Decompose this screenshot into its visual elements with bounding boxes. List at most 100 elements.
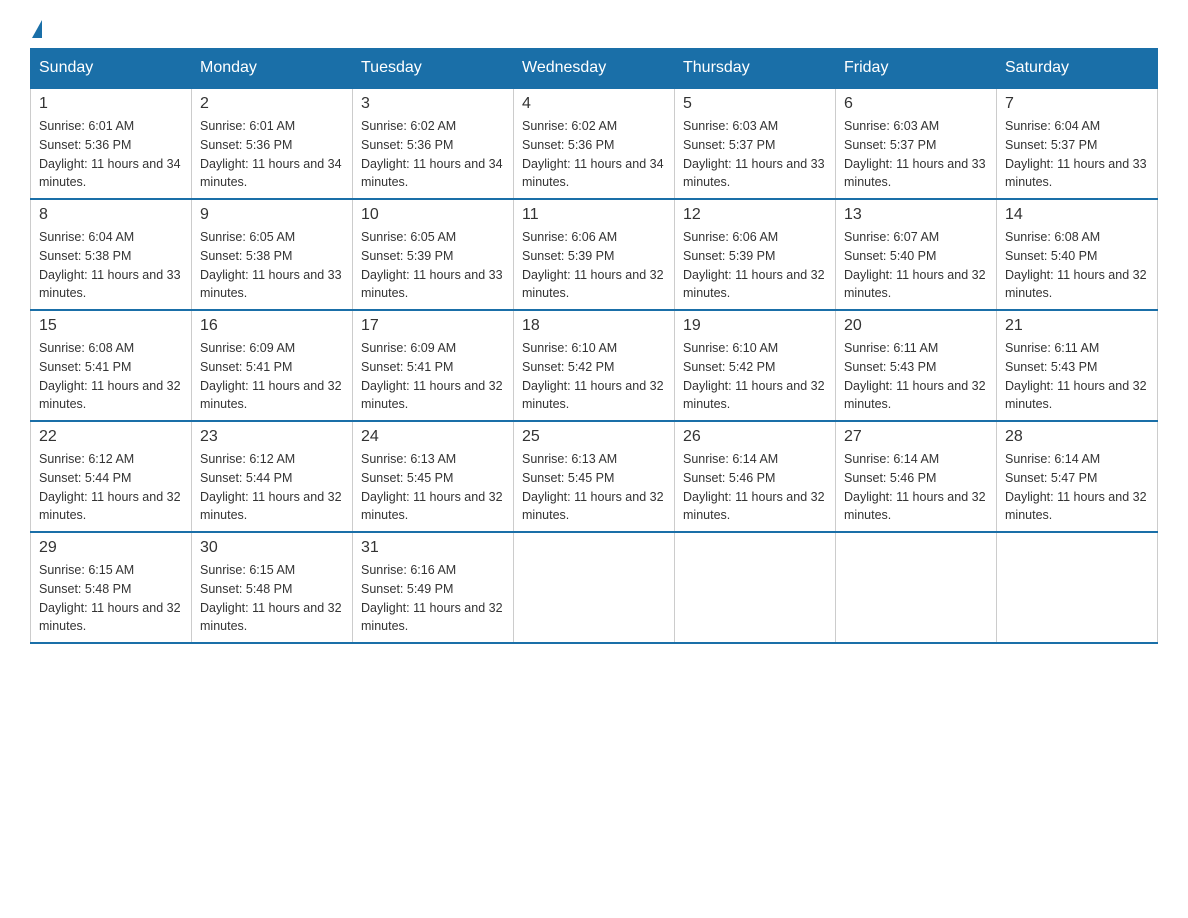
day-info: Sunrise: 6:05 AM Sunset: 5:38 PM Dayligh… bbox=[200, 228, 344, 303]
day-info: Sunrise: 6:05 AM Sunset: 5:39 PM Dayligh… bbox=[361, 228, 505, 303]
day-info: Sunrise: 6:15 AM Sunset: 5:48 PM Dayligh… bbox=[200, 561, 344, 636]
col-header-thursday: Thursday bbox=[675, 49, 836, 89]
day-number: 14 bbox=[1005, 206, 1149, 224]
calendar-week-row: 1 Sunrise: 6:01 AM Sunset: 5:36 PM Dayli… bbox=[31, 88, 1158, 199]
calendar-cell: 20 Sunrise: 6:11 AM Sunset: 5:43 PM Dayl… bbox=[836, 310, 997, 421]
calendar-cell: 15 Sunrise: 6:08 AM Sunset: 5:41 PM Dayl… bbox=[31, 310, 192, 421]
calendar-cell: 22 Sunrise: 6:12 AM Sunset: 5:44 PM Dayl… bbox=[31, 421, 192, 532]
day-number: 4 bbox=[522, 95, 666, 113]
day-info: Sunrise: 6:10 AM Sunset: 5:42 PM Dayligh… bbox=[522, 339, 666, 414]
calendar-table: SundayMondayTuesdayWednesdayThursdayFrid… bbox=[30, 48, 1158, 644]
day-info: Sunrise: 6:08 AM Sunset: 5:41 PM Dayligh… bbox=[39, 339, 183, 414]
day-info: Sunrise: 6:08 AM Sunset: 5:40 PM Dayligh… bbox=[1005, 228, 1149, 303]
calendar-cell: 31 Sunrise: 6:16 AM Sunset: 5:49 PM Dayl… bbox=[353, 532, 514, 643]
day-info: Sunrise: 6:04 AM Sunset: 5:38 PM Dayligh… bbox=[39, 228, 183, 303]
calendar-cell: 10 Sunrise: 6:05 AM Sunset: 5:39 PM Dayl… bbox=[353, 199, 514, 310]
day-number: 11 bbox=[522, 206, 666, 224]
day-number: 9 bbox=[200, 206, 344, 224]
calendar-cell: 25 Sunrise: 6:13 AM Sunset: 5:45 PM Dayl… bbox=[514, 421, 675, 532]
logo-triangle-icon bbox=[32, 20, 42, 38]
day-info: Sunrise: 6:02 AM Sunset: 5:36 PM Dayligh… bbox=[522, 117, 666, 192]
col-header-sunday: Sunday bbox=[31, 49, 192, 89]
calendar-header-row: SundayMondayTuesdayWednesdayThursdayFrid… bbox=[31, 49, 1158, 89]
calendar-cell: 2 Sunrise: 6:01 AM Sunset: 5:36 PM Dayli… bbox=[192, 88, 353, 199]
day-info: Sunrise: 6:01 AM Sunset: 5:36 PM Dayligh… bbox=[39, 117, 183, 192]
calendar-cell: 23 Sunrise: 6:12 AM Sunset: 5:44 PM Dayl… bbox=[192, 421, 353, 532]
calendar-week-row: 22 Sunrise: 6:12 AM Sunset: 5:44 PM Dayl… bbox=[31, 421, 1158, 532]
day-number: 29 bbox=[39, 539, 183, 557]
day-info: Sunrise: 6:13 AM Sunset: 5:45 PM Dayligh… bbox=[522, 450, 666, 525]
col-header-tuesday: Tuesday bbox=[353, 49, 514, 89]
day-number: 6 bbox=[844, 95, 988, 113]
day-number: 19 bbox=[683, 317, 827, 335]
calendar-cell: 7 Sunrise: 6:04 AM Sunset: 5:37 PM Dayli… bbox=[997, 88, 1158, 199]
day-number: 26 bbox=[683, 428, 827, 446]
calendar-cell bbox=[997, 532, 1158, 643]
day-info: Sunrise: 6:14 AM Sunset: 5:46 PM Dayligh… bbox=[683, 450, 827, 525]
calendar-cell: 6 Sunrise: 6:03 AM Sunset: 5:37 PM Dayli… bbox=[836, 88, 997, 199]
day-number: 17 bbox=[361, 317, 505, 335]
calendar-week-row: 8 Sunrise: 6:04 AM Sunset: 5:38 PM Dayli… bbox=[31, 199, 1158, 310]
day-number: 1 bbox=[39, 95, 183, 113]
day-info: Sunrise: 6:10 AM Sunset: 5:42 PM Dayligh… bbox=[683, 339, 827, 414]
day-number: 24 bbox=[361, 428, 505, 446]
day-number: 7 bbox=[1005, 95, 1149, 113]
day-number: 20 bbox=[844, 317, 988, 335]
calendar-cell: 18 Sunrise: 6:10 AM Sunset: 5:42 PM Dayl… bbox=[514, 310, 675, 421]
calendar-cell: 9 Sunrise: 6:05 AM Sunset: 5:38 PM Dayli… bbox=[192, 199, 353, 310]
day-number: 3 bbox=[361, 95, 505, 113]
col-header-friday: Friday bbox=[836, 49, 997, 89]
col-header-wednesday: Wednesday bbox=[514, 49, 675, 89]
calendar-cell: 29 Sunrise: 6:15 AM Sunset: 5:48 PM Dayl… bbox=[31, 532, 192, 643]
calendar-cell: 16 Sunrise: 6:09 AM Sunset: 5:41 PM Dayl… bbox=[192, 310, 353, 421]
col-header-monday: Monday bbox=[192, 49, 353, 89]
day-info: Sunrise: 6:04 AM Sunset: 5:37 PM Dayligh… bbox=[1005, 117, 1149, 192]
day-number: 8 bbox=[39, 206, 183, 224]
day-info: Sunrise: 6:15 AM Sunset: 5:48 PM Dayligh… bbox=[39, 561, 183, 636]
day-info: Sunrise: 6:12 AM Sunset: 5:44 PM Dayligh… bbox=[200, 450, 344, 525]
day-number: 27 bbox=[844, 428, 988, 446]
day-number: 22 bbox=[39, 428, 183, 446]
day-info: Sunrise: 6:12 AM Sunset: 5:44 PM Dayligh… bbox=[39, 450, 183, 525]
calendar-cell bbox=[675, 532, 836, 643]
day-info: Sunrise: 6:09 AM Sunset: 5:41 PM Dayligh… bbox=[200, 339, 344, 414]
day-info: Sunrise: 6:14 AM Sunset: 5:46 PM Dayligh… bbox=[844, 450, 988, 525]
day-number: 13 bbox=[844, 206, 988, 224]
day-number: 23 bbox=[200, 428, 344, 446]
day-number: 30 bbox=[200, 539, 344, 557]
day-info: Sunrise: 6:02 AM Sunset: 5:36 PM Dayligh… bbox=[361, 117, 505, 192]
page-header bbox=[30, 20, 1158, 38]
calendar-week-row: 15 Sunrise: 6:08 AM Sunset: 5:41 PM Dayl… bbox=[31, 310, 1158, 421]
calendar-cell: 1 Sunrise: 6:01 AM Sunset: 5:36 PM Dayli… bbox=[31, 88, 192, 199]
day-info: Sunrise: 6:03 AM Sunset: 5:37 PM Dayligh… bbox=[844, 117, 988, 192]
calendar-week-row: 29 Sunrise: 6:15 AM Sunset: 5:48 PM Dayl… bbox=[31, 532, 1158, 643]
calendar-cell: 3 Sunrise: 6:02 AM Sunset: 5:36 PM Dayli… bbox=[353, 88, 514, 199]
day-number: 5 bbox=[683, 95, 827, 113]
day-number: 31 bbox=[361, 539, 505, 557]
calendar-cell: 27 Sunrise: 6:14 AM Sunset: 5:46 PM Dayl… bbox=[836, 421, 997, 532]
day-info: Sunrise: 6:14 AM Sunset: 5:47 PM Dayligh… bbox=[1005, 450, 1149, 525]
calendar-cell: 28 Sunrise: 6:14 AM Sunset: 5:47 PM Dayl… bbox=[997, 421, 1158, 532]
calendar-cell bbox=[836, 532, 997, 643]
logo bbox=[30, 20, 42, 38]
calendar-cell: 30 Sunrise: 6:15 AM Sunset: 5:48 PM Dayl… bbox=[192, 532, 353, 643]
calendar-cell: 17 Sunrise: 6:09 AM Sunset: 5:41 PM Dayl… bbox=[353, 310, 514, 421]
day-number: 10 bbox=[361, 206, 505, 224]
day-number: 2 bbox=[200, 95, 344, 113]
calendar-cell: 12 Sunrise: 6:06 AM Sunset: 5:39 PM Dayl… bbox=[675, 199, 836, 310]
calendar-cell: 13 Sunrise: 6:07 AM Sunset: 5:40 PM Dayl… bbox=[836, 199, 997, 310]
day-number: 25 bbox=[522, 428, 666, 446]
calendar-cell: 21 Sunrise: 6:11 AM Sunset: 5:43 PM Dayl… bbox=[997, 310, 1158, 421]
day-info: Sunrise: 6:01 AM Sunset: 5:36 PM Dayligh… bbox=[200, 117, 344, 192]
calendar-cell: 5 Sunrise: 6:03 AM Sunset: 5:37 PM Dayli… bbox=[675, 88, 836, 199]
calendar-cell: 8 Sunrise: 6:04 AM Sunset: 5:38 PM Dayli… bbox=[31, 199, 192, 310]
day-number: 18 bbox=[522, 317, 666, 335]
day-info: Sunrise: 6:06 AM Sunset: 5:39 PM Dayligh… bbox=[683, 228, 827, 303]
day-info: Sunrise: 6:07 AM Sunset: 5:40 PM Dayligh… bbox=[844, 228, 988, 303]
calendar-cell: 19 Sunrise: 6:10 AM Sunset: 5:42 PM Dayl… bbox=[675, 310, 836, 421]
day-info: Sunrise: 6:16 AM Sunset: 5:49 PM Dayligh… bbox=[361, 561, 505, 636]
day-info: Sunrise: 6:06 AM Sunset: 5:39 PM Dayligh… bbox=[522, 228, 666, 303]
calendar-cell: 24 Sunrise: 6:13 AM Sunset: 5:45 PM Dayl… bbox=[353, 421, 514, 532]
day-number: 28 bbox=[1005, 428, 1149, 446]
day-info: Sunrise: 6:09 AM Sunset: 5:41 PM Dayligh… bbox=[361, 339, 505, 414]
